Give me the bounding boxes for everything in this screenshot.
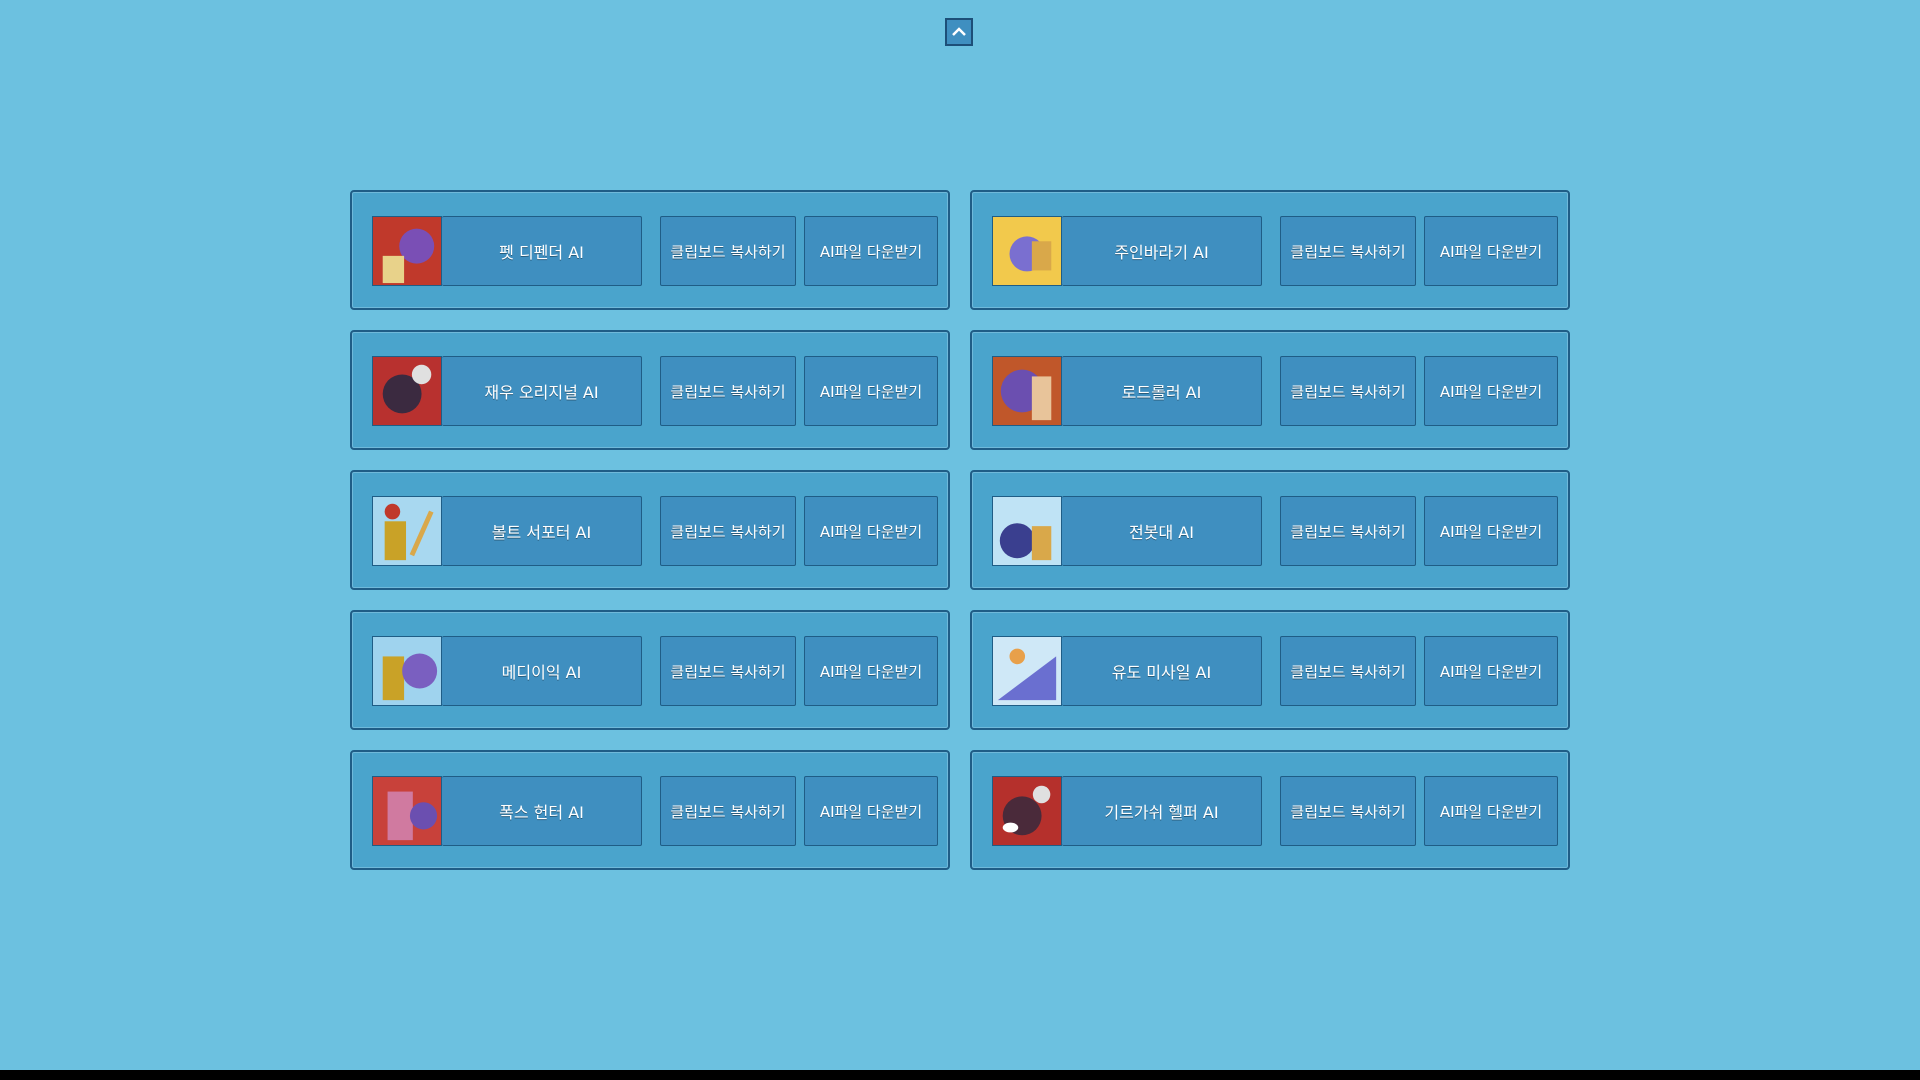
download-ai-button[interactable]: AI파일 다운받기: [1424, 636, 1558, 706]
ai-name-button[interactable]: 재우 오리지널 AI: [442, 356, 642, 426]
ai-thumbnail: [992, 496, 1062, 566]
ai-name-button[interactable]: 기르가쉬 헬퍼 AI: [1062, 776, 1262, 846]
ai-name-button[interactable]: 로드롤러 AI: [1062, 356, 1262, 426]
copy-clipboard-button[interactable]: 클립보드 복사하기: [660, 636, 796, 706]
download-ai-button[interactable]: AI파일 다운받기: [804, 496, 938, 566]
ai-thumbnail: [372, 496, 442, 566]
page: 펫 디펜더 AI 클립보드 복사하기 AI파일 다운받기 주인바라기 AI 클립…: [0, 0, 1920, 1080]
copy-clipboard-button[interactable]: 클립보드 복사하기: [660, 496, 796, 566]
ai-card: 전봇대 AI 클립보드 복사하기 AI파일 다운받기: [970, 470, 1570, 590]
ai-card: 재우 오리지널 AI 클립보드 복사하기 AI파일 다운받기: [350, 330, 950, 450]
ai-name-button[interactable]: 주인바라기 AI: [1062, 216, 1262, 286]
ai-name-button[interactable]: 펫 디펜더 AI: [442, 216, 642, 286]
ai-name-button[interactable]: 볼트 서포터 AI: [442, 496, 642, 566]
ai-thumbnail: [372, 216, 442, 286]
download-ai-button[interactable]: AI파일 다운받기: [804, 776, 938, 846]
download-ai-button[interactable]: AI파일 다운받기: [1424, 776, 1558, 846]
download-ai-button[interactable]: AI파일 다운받기: [1424, 356, 1558, 426]
download-ai-button[interactable]: AI파일 다운받기: [804, 356, 938, 426]
ai-card: 기르가쉬 헬퍼 AI 클립보드 복사하기 AI파일 다운받기: [970, 750, 1570, 870]
chevron-up-icon: [952, 27, 966, 36]
ai-card-grid: 펫 디펜더 AI 클립보드 복사하기 AI파일 다운받기 주인바라기 AI 클립…: [350, 190, 1570, 870]
copy-clipboard-button[interactable]: 클립보드 복사하기: [1280, 216, 1416, 286]
ai-name-button[interactable]: 메디이익 AI: [442, 636, 642, 706]
download-ai-button[interactable]: AI파일 다운받기: [1424, 216, 1558, 286]
ai-thumbnail: [372, 636, 442, 706]
ai-card: 펫 디펜더 AI 클립보드 복사하기 AI파일 다운받기: [350, 190, 950, 310]
download-ai-button[interactable]: AI파일 다운받기: [804, 636, 938, 706]
copy-clipboard-button[interactable]: 클립보드 복사하기: [660, 216, 796, 286]
copy-clipboard-button[interactable]: 클립보드 복사하기: [660, 776, 796, 846]
ai-card: 폭스 헌터 AI 클립보드 복사하기 AI파일 다운받기: [350, 750, 950, 870]
ai-thumbnail: [992, 216, 1062, 286]
ai-name-button[interactable]: 폭스 헌터 AI: [442, 776, 642, 846]
ai-card: 메디이익 AI 클립보드 복사하기 AI파일 다운받기: [350, 610, 950, 730]
ai-card: 볼트 서포터 AI 클립보드 복사하기 AI파일 다운받기: [350, 470, 950, 590]
ai-thumbnail: [992, 776, 1062, 846]
ai-thumbnail: [372, 776, 442, 846]
ai-card: 로드롤러 AI 클립보드 복사하기 AI파일 다운받기: [970, 330, 1570, 450]
copy-clipboard-button[interactable]: 클립보드 복사하기: [1280, 776, 1416, 846]
copy-clipboard-button[interactable]: 클립보드 복사하기: [1280, 636, 1416, 706]
download-ai-button[interactable]: AI파일 다운받기: [804, 216, 938, 286]
ai-name-button[interactable]: 유도 미사일 AI: [1062, 636, 1262, 706]
copy-clipboard-button[interactable]: 클립보드 복사하기: [1280, 356, 1416, 426]
scroll-top-button[interactable]: [945, 18, 973, 46]
ai-name-button[interactable]: 전봇대 AI: [1062, 496, 1262, 566]
ai-thumbnail: [372, 356, 442, 426]
download-ai-button[interactable]: AI파일 다운받기: [1424, 496, 1558, 566]
ai-card: 유도 미사일 AI 클립보드 복사하기 AI파일 다운받기: [970, 610, 1570, 730]
ai-thumbnail: [992, 636, 1062, 706]
ai-card: 주인바라기 AI 클립보드 복사하기 AI파일 다운받기: [970, 190, 1570, 310]
copy-clipboard-button[interactable]: 클립보드 복사하기: [660, 356, 796, 426]
copy-clipboard-button[interactable]: 클립보드 복사하기: [1280, 496, 1416, 566]
ai-thumbnail: [992, 356, 1062, 426]
bottom-bar: [0, 1070, 1920, 1080]
